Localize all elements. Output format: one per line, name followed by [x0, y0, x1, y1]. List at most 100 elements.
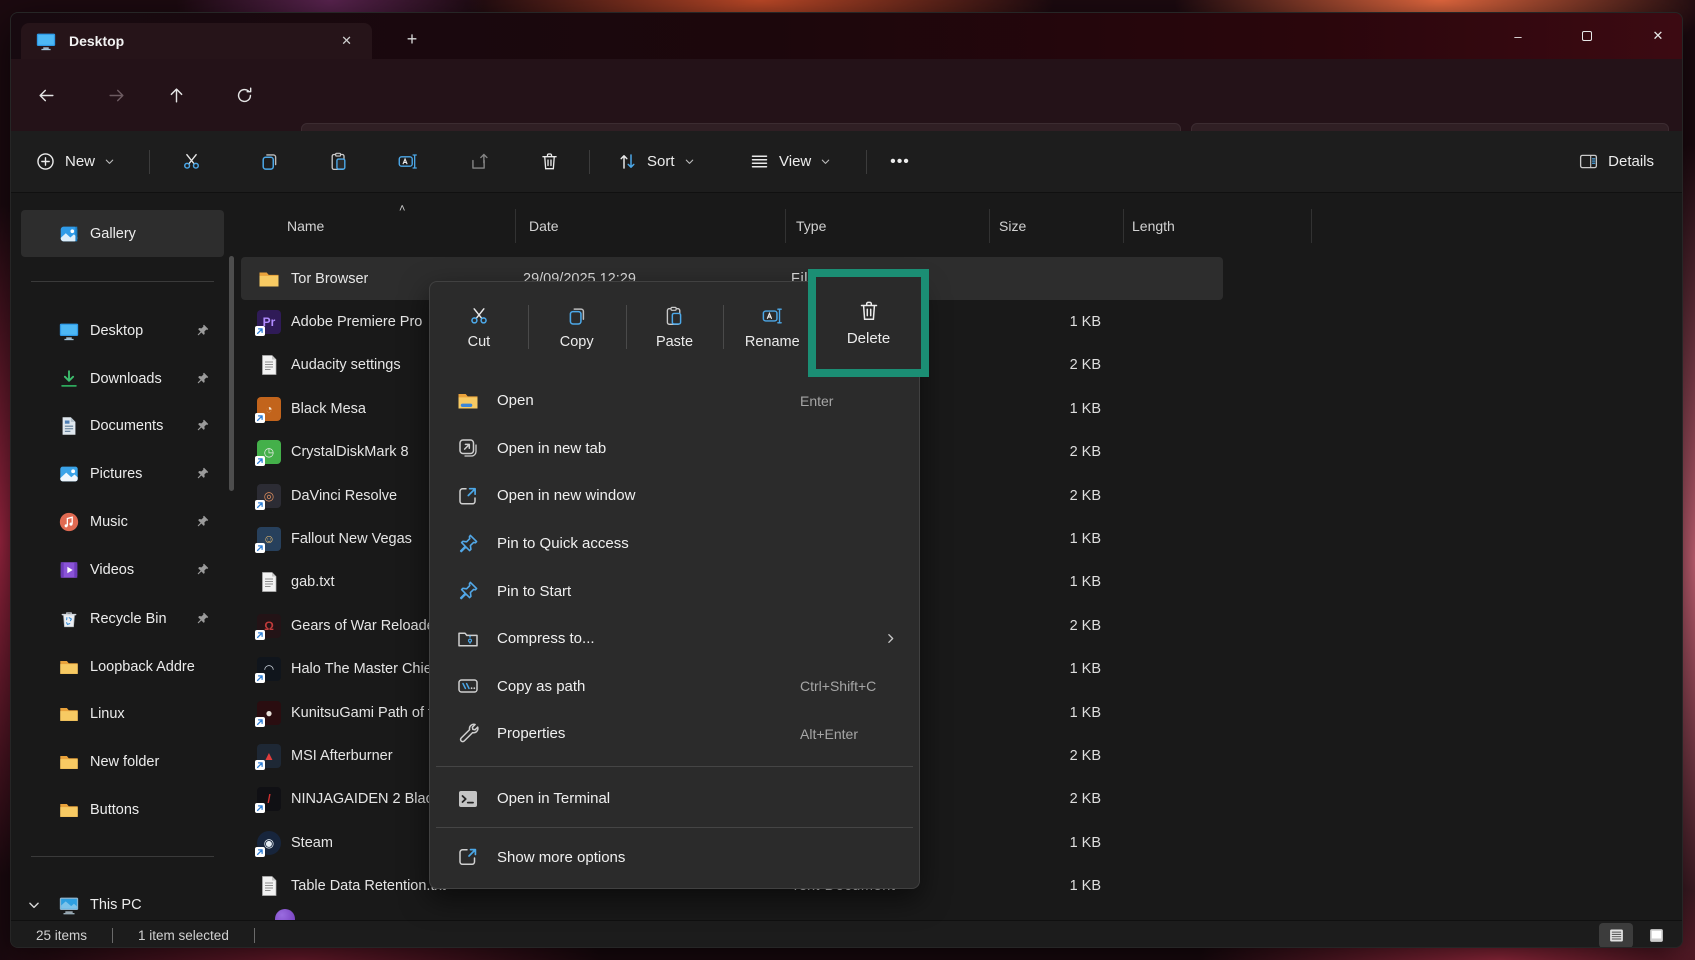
- details-view-toggle[interactable]: [1599, 923, 1633, 948]
- command-label: Rename: [745, 334, 800, 350]
- up-button[interactable]: [158, 77, 194, 113]
- column-header-length[interactable]: Length: [1132, 207, 1175, 245]
- menu-item-open-in-new-tab[interactable]: Open in new tab: [430, 425, 919, 473]
- videos-icon: [58, 559, 80, 581]
- thumbnail-view-toggle[interactable]: [1639, 923, 1673, 948]
- file-name: MSI Afterburner: [291, 748, 393, 764]
- minimize-button[interactable]: –: [1495, 21, 1541, 51]
- menu-item-open-in-terminal[interactable]: Open in Terminal: [430, 775, 919, 823]
- tab-close-icon[interactable]: ✕: [335, 31, 358, 51]
- rename-button[interactable]: [385, 142, 429, 182]
- sidebar-scrollbar[interactable]: [229, 256, 234, 491]
- pin-icon: [195, 323, 210, 338]
- file-name: Adobe Premiere Pro: [291, 314, 422, 330]
- menu-item-compress-to-[interactable]: Compress to...: [430, 615, 919, 663]
- column-header-date[interactable]: Date: [529, 207, 559, 245]
- menu-item-pin-to-quick-access[interactable]: Pin to Quick access: [430, 520, 919, 568]
- pin-blue-icon: [456, 579, 480, 603]
- sidebar-item-linux[interactable]: Linux: [21, 690, 224, 737]
- column-divider[interactable]: [1123, 209, 1124, 243]
- menu-item-show-more-options[interactable]: Show more options: [430, 833, 919, 881]
- folder-icon: [58, 799, 80, 821]
- back-button[interactable]: [28, 77, 64, 113]
- toolbar-separator: [149, 150, 150, 174]
- shortcut-arrow-icon: [255, 630, 265, 640]
- shortcut-arrow-icon: [255, 673, 265, 683]
- column-divider[interactable]: [1311, 209, 1312, 243]
- sidebar-item-desktop[interactable]: Desktop: [21, 307, 224, 354]
- selection-count: 1 item selected: [138, 928, 229, 943]
- view-button[interactable]: View: [739, 142, 841, 182]
- details-label: Details: [1608, 153, 1654, 170]
- trash-icon: [857, 299, 881, 323]
- menu-item-properties[interactable]: PropertiesAlt+Enter: [430, 710, 919, 758]
- chevron-down-icon[interactable]: [26, 897, 42, 913]
- sort-button[interactable]: Sort: [607, 142, 705, 182]
- menu-item-label: Open in Terminal: [497, 790, 610, 807]
- paste-button[interactable]: [316, 142, 360, 182]
- new-button[interactable]: New: [25, 142, 125, 182]
- pin-icon: [195, 514, 210, 529]
- sidebar-item-gallery[interactable]: Gallery: [21, 210, 224, 257]
- cut-command[interactable]: Cut: [430, 282, 528, 372]
- toolbar-separator: [866, 150, 867, 174]
- tab-desktop[interactable]: Desktop ✕: [21, 23, 372, 59]
- menu-item-open-in-new-window[interactable]: Open in new window: [430, 472, 919, 520]
- paste-command[interactable]: Paste: [626, 282, 724, 372]
- navigation-bar: Desktop Search Desktop: [11, 59, 1682, 131]
- copy-path-icon: [456, 674, 480, 698]
- forward-button[interactable]: [98, 77, 134, 113]
- see-more-button[interactable]: •••: [877, 142, 923, 182]
- menu-item-open[interactable]: OpenEnter: [430, 377, 919, 425]
- pin-icon: [195, 371, 210, 386]
- refresh-button[interactable]: [226, 77, 262, 113]
- column-divider[interactable]: [785, 209, 786, 243]
- sidebar-item-loopback-addre[interactable]: Loopback Addre: [21, 643, 224, 690]
- shortcut-arrow-icon: [255, 847, 265, 857]
- this-pc-icon: [58, 894, 80, 916]
- up-arrow-icon: [167, 86, 186, 105]
- sidebar-item-new-folder[interactable]: New folder: [21, 738, 224, 785]
- file-name: Steam: [291, 835, 333, 851]
- pin-icon: [195, 418, 210, 433]
- column-divider[interactable]: [515, 209, 516, 243]
- rename-command[interactable]: Rename: [723, 282, 821, 372]
- sidebar-item-label: This PC: [90, 897, 224, 913]
- menu-item-pin-to-start[interactable]: Pin to Start: [430, 567, 919, 615]
- column-divider[interactable]: [989, 209, 990, 243]
- copy-command[interactable]: Copy: [528, 282, 626, 372]
- delete-button[interactable]: [527, 142, 571, 182]
- sidebar-item-pictures[interactable]: Pictures: [21, 450, 224, 497]
- sidebar-item-videos[interactable]: Videos: [21, 546, 224, 593]
- menu-item-copy-as-path[interactable]: Copy as pathCtrl+Shift+C: [430, 663, 919, 711]
- shortcut-arrow-icon: [255, 456, 265, 466]
- close-button[interactable]: ✕: [1635, 21, 1681, 51]
- sidebar-item-downloads[interactable]: Downloads: [21, 355, 224, 402]
- column-header-size[interactable]: Size: [999, 207, 1026, 245]
- sidebar-item-buttons[interactable]: Buttons: [21, 786, 224, 833]
- maximize-button[interactable]: [1564, 21, 1610, 51]
- details-pane-button[interactable]: Details: [1568, 142, 1664, 182]
- shortcut-arrow-icon: [255, 803, 265, 813]
- cut-button[interactable]: [169, 142, 213, 182]
- sidebar-item-label: Music: [90, 514, 195, 530]
- share-button[interactable]: [457, 142, 501, 182]
- shortcut-arrow-icon: [255, 326, 265, 336]
- folder-icon: [58, 703, 80, 725]
- menu-item-label: Show more options: [497, 849, 625, 866]
- sidebar-item-documents[interactable]: Documents: [21, 402, 224, 449]
- toolbar-separator: [589, 150, 590, 174]
- menu-item-label: Properties: [497, 725, 565, 742]
- column-header-type[interactable]: Type: [796, 207, 826, 245]
- sidebar-item-music[interactable]: Music: [21, 498, 224, 545]
- chevron-down-icon: [684, 156, 695, 167]
- column-header-name[interactable]: Name˄: [287, 207, 324, 245]
- status-separator: [254, 928, 255, 943]
- sidebar-item-recycle-bin[interactable]: Recycle Bin: [21, 595, 224, 642]
- new-tab-button[interactable]: +: [400, 29, 424, 50]
- delete-highlight-annotation[interactable]: Delete: [808, 269, 929, 377]
- copy-button[interactable]: [247, 142, 291, 182]
- file-size: 1 KB: [989, 705, 1123, 721]
- file-size: 2 KB: [989, 488, 1123, 504]
- menu-item-shortcut: Ctrl+Shift+C: [800, 678, 876, 694]
